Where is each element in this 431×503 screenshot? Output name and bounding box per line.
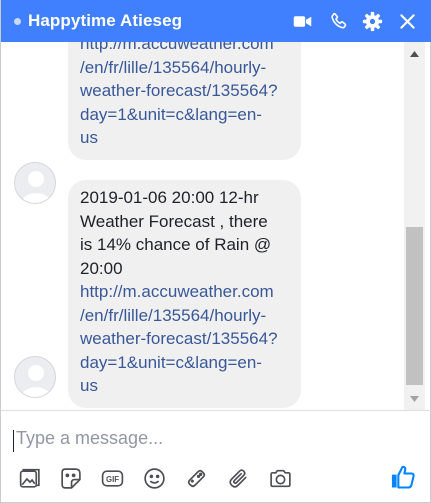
like-icon[interactable] xyxy=(389,463,417,491)
attachment-icon[interactable] xyxy=(226,466,251,491)
message-link-line[interactable]: weather-forecast/135564? xyxy=(80,79,289,103)
message-text-line: 2019-01-06 20:00 12-hr xyxy=(80,188,259,207)
close-icon[interactable] xyxy=(397,11,418,32)
emoji-icon[interactable] xyxy=(142,466,167,491)
message-text-line: is 14% chance of Rain @ xyxy=(80,235,272,254)
message-bubble[interactable]: http://m.accuweather.com /en/fr/lille/13… xyxy=(68,42,301,160)
message-bubble[interactable]: 2019-01-06 20:00 12-hr Weather Forecast … xyxy=(68,180,301,408)
message-link-line[interactable]: day=1&unit=c&lang=en- xyxy=(80,351,289,375)
message-link-line[interactable]: http://m.accuweather.com xyxy=(80,42,289,56)
photo-icon[interactable] xyxy=(17,466,42,491)
composer-divider xyxy=(1,410,431,411)
game-icon[interactable] xyxy=(184,466,209,491)
message-list[interactable]: http://m.accuweather.com /en/fr/lille/13… xyxy=(1,42,404,410)
gif-icon[interactable]: GIF xyxy=(100,466,125,491)
message-scrollbar[interactable] xyxy=(404,42,425,410)
phone-icon[interactable] xyxy=(328,11,349,32)
avatar[interactable] xyxy=(14,356,56,398)
message-link-line[interactable]: http://m.accuweather.com xyxy=(80,280,289,304)
chat-title[interactable]: Happytime Atieseg xyxy=(28,11,182,31)
message-link-line[interactable]: weather-forecast/135564? xyxy=(80,327,289,351)
message-text-line: Weather Forecast , there xyxy=(80,211,268,231)
message-link-line[interactable]: /en/fr/lille/135564/hourly- xyxy=(80,56,289,80)
camera-icon[interactable] xyxy=(268,466,293,491)
chat-window: Happytime Atieseg http://m.accuweather.c… xyxy=(0,0,431,503)
message-link-line[interactable]: /en/fr/lille/135564/hourly- xyxy=(80,304,289,328)
message-link-line[interactable]: us xyxy=(80,126,289,150)
avatar[interactable] xyxy=(14,162,56,204)
chat-header[interactable]: Happytime Atieseg xyxy=(1,0,431,42)
gear-icon[interactable] xyxy=(362,11,383,32)
scroll-thumb[interactable] xyxy=(406,227,423,385)
message-link-line[interactable]: us xyxy=(80,374,289,398)
gif-label: GIF xyxy=(106,475,119,484)
scroll-down-arrow-icon[interactable] xyxy=(404,390,425,407)
scroll-up-arrow-icon[interactable] xyxy=(404,45,425,62)
message-link-line[interactable]: day=1&unit=c&lang=en- xyxy=(80,103,289,127)
message-input[interactable]: Type a message... xyxy=(16,428,163,449)
presence-indicator xyxy=(14,18,21,25)
text-caret xyxy=(13,430,14,452)
video-camera-icon[interactable] xyxy=(292,11,313,32)
message-text-line: 20:00 xyxy=(80,258,123,278)
sticker-icon[interactable] xyxy=(58,466,83,491)
